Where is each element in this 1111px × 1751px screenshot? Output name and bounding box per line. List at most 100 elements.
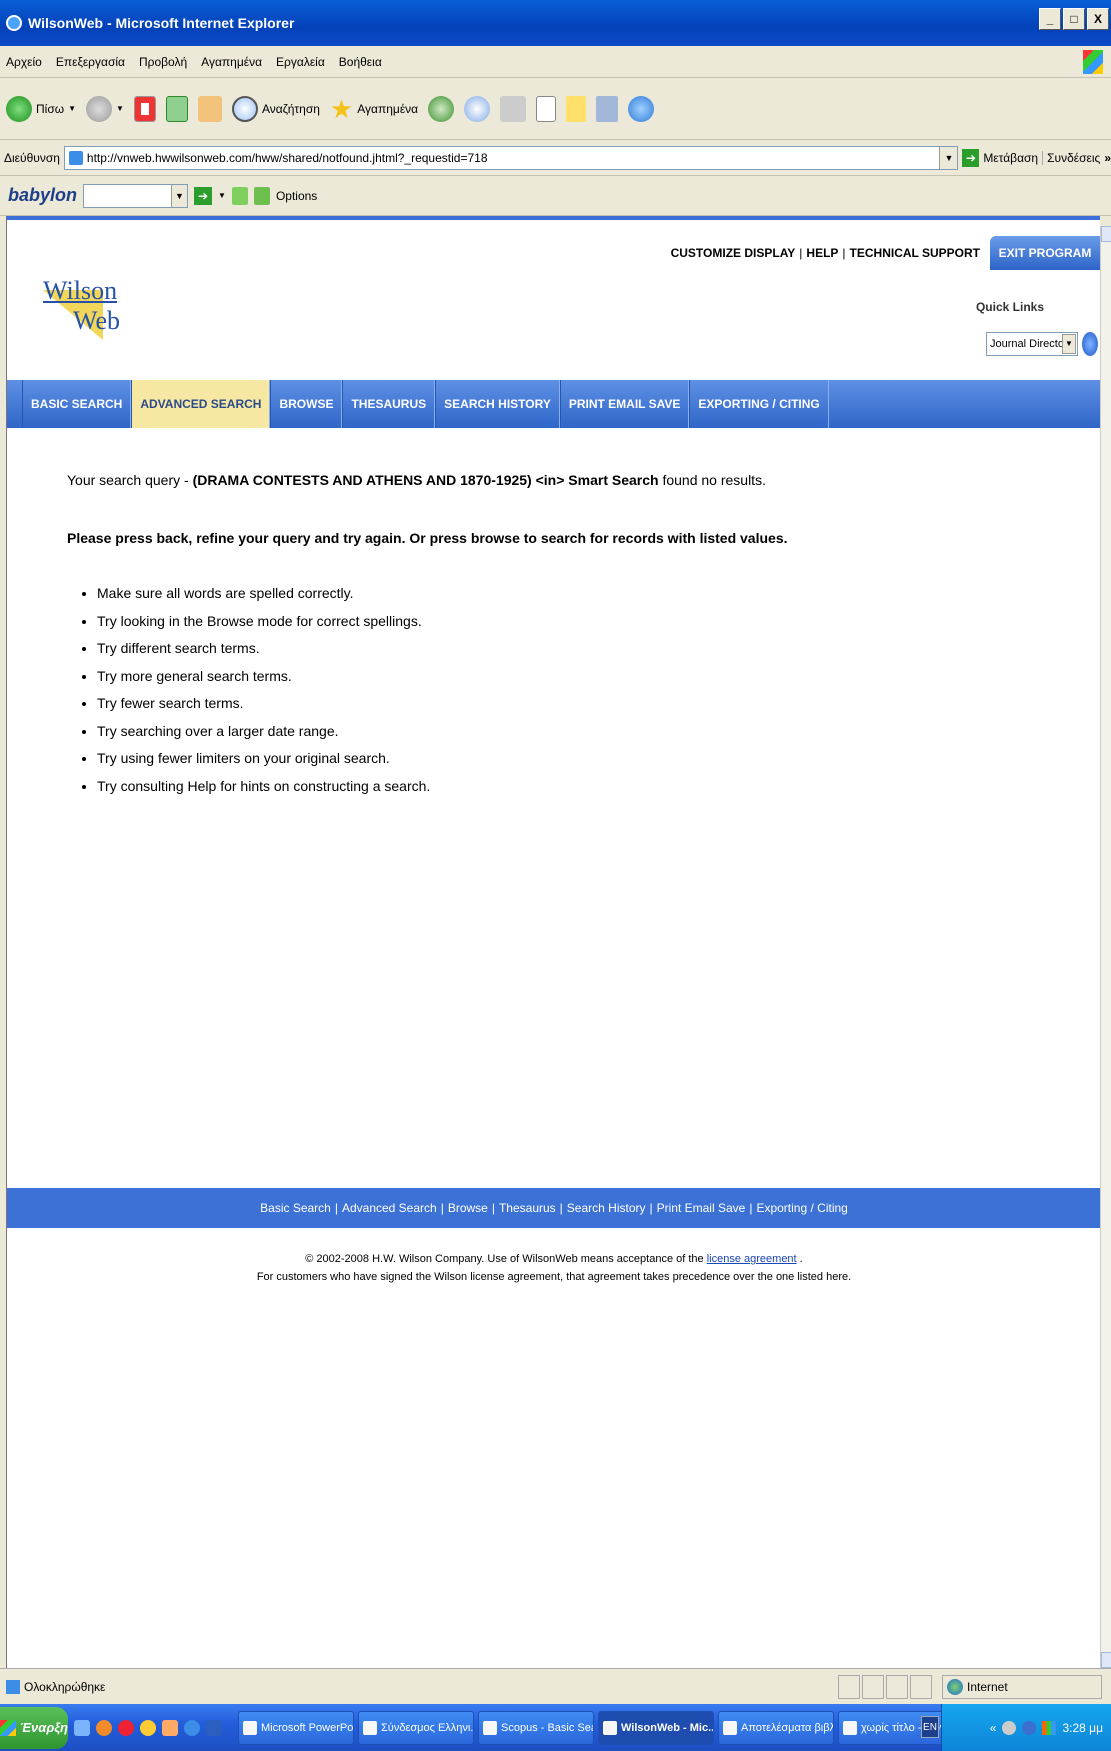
babylon-options-button[interactable]: Options bbox=[276, 189, 317, 203]
task-wilsonweb[interactable]: WilsonWeb - Mic... bbox=[598, 1710, 714, 1745]
help-link[interactable]: HELP bbox=[806, 246, 838, 260]
menu-bar: Αρχείο Επεξεργασία Προβολή Αγαπημένα Εργ… bbox=[0, 46, 1111, 78]
exit-program-button[interactable]: EXIT PROGRAM bbox=[990, 236, 1100, 270]
babylon-tray-icon[interactable] bbox=[1022, 1720, 1037, 1735]
tray-expand-icon[interactable]: « bbox=[990, 1721, 997, 1735]
go-button[interactable]: Μετάβαση bbox=[983, 151, 1038, 165]
tab-search-history[interactable]: SEARCH HISTORY bbox=[435, 380, 560, 428]
quicklaunch-app-icon[interactable] bbox=[162, 1719, 178, 1736]
quicklaunch-desktop-icon[interactable] bbox=[74, 1719, 90, 1736]
address-input[interactable]: http://vnweb.hwwilsonweb.com/hww/shared/… bbox=[63, 145, 959, 170]
scroll-up-icon[interactable] bbox=[1101, 226, 1111, 242]
stop-icon[interactable] bbox=[133, 95, 156, 122]
close-button[interactable]: X bbox=[1087, 8, 1109, 30]
clock: 3:28 μμ bbox=[1062, 1720, 1103, 1735]
quick-links-select[interactable]: Journal Directory ▼ bbox=[986, 332, 1078, 356]
result-prefix: Your search query - bbox=[67, 472, 193, 488]
task-browser-1[interactable]: Σύνδεσμος Ελληνι... bbox=[358, 1710, 474, 1745]
messenger-icon[interactable] bbox=[628, 95, 655, 122]
print-icon[interactable] bbox=[500, 95, 527, 122]
footer-link-advanced-search[interactable]: Advanced Search bbox=[342, 1201, 437, 1215]
back-button[interactable]: Πίσω ▼ bbox=[6, 95, 76, 122]
footer-link-thesaurus[interactable]: Thesaurus bbox=[499, 1201, 556, 1215]
window-title-bar[interactable]: WilsonWeb - Microsoft Internet Explorer … bbox=[0, 0, 1111, 46]
back-label: Πίσω bbox=[36, 101, 65, 116]
menu-favorites[interactable]: Αγαπημένα bbox=[201, 55, 262, 69]
customize-display-link[interactable]: CUSTOMIZE DISPLAY bbox=[671, 246, 796, 260]
address-bar: Διεύθυνση http://vnweb.hwwilsonweb.com/h… bbox=[0, 140, 1111, 176]
babylon-logo[interactable]: babylon bbox=[8, 185, 77, 206]
security-zone: Internet bbox=[942, 1675, 1102, 1699]
quicklaunch-babylon-icon[interactable] bbox=[206, 1719, 222, 1736]
language-indicator[interactable]: EN bbox=[921, 1716, 939, 1738]
maximize-button[interactable]: □ bbox=[1063, 8, 1085, 30]
links-more-icon[interactable]: » bbox=[1104, 151, 1111, 165]
tab-thesaurus[interactable]: THESAURUS bbox=[342, 380, 436, 428]
ie-icon bbox=[603, 1720, 617, 1735]
tab-browse[interactable]: BROWSE bbox=[270, 380, 343, 428]
task-label: WilsonWeb - Mic... bbox=[621, 1721, 714, 1734]
babylon-options-icon bbox=[253, 186, 270, 205]
search-tips-list: Make sure all words are spelled correctl… bbox=[89, 580, 430, 800]
babylon-go-icon[interactable]: ➔ bbox=[194, 186, 213, 205]
tab-advanced-search[interactable]: ADVANCED SEARCH bbox=[131, 380, 271, 428]
tab-print-email-save[interactable]: PRINT EMAIL SAVE bbox=[559, 380, 690, 428]
footer-link-exporting-citing[interactable]: Exporting / Citing bbox=[756, 1201, 847, 1215]
go-arrow-icon[interactable]: ➔ bbox=[962, 148, 980, 167]
footer-link-print-email-save[interactable]: Print Email Save bbox=[657, 1201, 746, 1215]
babylon-go-dropdown-icon[interactable]: ▼ bbox=[218, 191, 226, 200]
notes-icon[interactable] bbox=[566, 95, 587, 122]
forward-dropdown-icon[interactable]: ▼ bbox=[116, 104, 124, 113]
history-icon[interactable] bbox=[428, 95, 455, 122]
menu-help[interactable]: Βοήθεια bbox=[339, 55, 382, 69]
quicklaunch-ie-icon[interactable] bbox=[184, 1719, 200, 1736]
quicklaunch-player-icon[interactable] bbox=[140, 1719, 156, 1736]
menu-edit[interactable]: Επεξεργασία bbox=[56, 55, 125, 69]
license-agreement-link[interactable]: license agreement bbox=[707, 1253, 797, 1265]
technical-support-link[interactable]: TECHNICAL SUPPORT bbox=[850, 246, 980, 260]
tab-exporting-citing[interactable]: EXPORTING / CITING bbox=[689, 380, 829, 428]
scroll-down-icon[interactable] bbox=[1101, 1652, 1111, 1668]
edit-word-icon[interactable] bbox=[536, 95, 557, 122]
footer-link-search-history[interactable]: Search History bbox=[567, 1201, 646, 1215]
address-dropdown-icon[interactable]: ▼ bbox=[939, 146, 958, 169]
quicklaunch-media-icon[interactable] bbox=[118, 1719, 134, 1736]
favorites-button[interactable]: ★ Αγαπημένα bbox=[330, 96, 418, 122]
babylon-dropdown-icon[interactable]: ▼ bbox=[171, 184, 188, 207]
menu-file[interactable]: Αρχείο bbox=[6, 55, 42, 69]
links-label[interactable]: Συνδέσεις bbox=[1042, 150, 1100, 165]
footer-link-browse[interactable]: Browse bbox=[448, 1201, 488, 1215]
volume-icon[interactable] bbox=[1002, 1720, 1017, 1735]
quick-links-go-icon[interactable] bbox=[1082, 332, 1098, 356]
menu-view[interactable]: Προβολή bbox=[139, 55, 187, 69]
footer-link-basic-search[interactable]: Basic Search bbox=[260, 1201, 331, 1215]
quicklaunch-firefox-icon[interactable] bbox=[96, 1719, 112, 1736]
search-button[interactable]: Αναζήτηση bbox=[231, 95, 320, 122]
task-word[interactable]: Αποτελέσματα βιβλ... bbox=[718, 1710, 834, 1745]
babylon-speaker-icon[interactable] bbox=[231, 186, 248, 205]
list-item: Try consulting Help for hints on constru… bbox=[97, 773, 430, 801]
start-button[interactable]: Έναρξη bbox=[0, 1706, 68, 1749]
search-icon bbox=[231, 95, 258, 122]
vertical-scrollbar[interactable] bbox=[1100, 226, 1111, 1668]
research-icon[interactable] bbox=[596, 95, 619, 122]
babylon-search-input[interactable]: ▼ bbox=[83, 183, 189, 208]
powerpoint-icon bbox=[243, 1720, 257, 1735]
refresh-icon[interactable] bbox=[165, 95, 188, 122]
task-powerpoint[interactable]: Microsoft PowerPoi... bbox=[238, 1710, 354, 1745]
mail-icon[interactable] bbox=[464, 95, 491, 122]
home-icon[interactable] bbox=[197, 95, 222, 122]
status-cell bbox=[910, 1675, 932, 1699]
minimize-button[interactable]: _ bbox=[1039, 8, 1061, 30]
wilsonweb-logo[interactable]: Wilson Web bbox=[37, 276, 127, 346]
tray-app-icon[interactable] bbox=[1042, 1720, 1057, 1735]
menu-tools[interactable]: Εργαλεία bbox=[276, 55, 325, 69]
tab-basic-search[interactable]: BASIC SEARCH bbox=[22, 380, 132, 428]
page-content: CUSTOMIZE DISPLAY | HELP | TECHNICAL SUPPORT… bbox=[6, 216, 1100, 1668]
back-dropdown-icon[interactable]: ▼ bbox=[68, 104, 76, 113]
forward-button[interactable]: ▼ bbox=[86, 95, 124, 122]
task-scopus[interactable]: Scopus - Basic Sea... bbox=[478, 1710, 594, 1745]
task-label: Scopus - Basic Sea... bbox=[501, 1721, 593, 1734]
quick-links-dropdown-icon[interactable]: ▼ bbox=[1062, 334, 1076, 354]
search-query: (DRAMA CONTESTS AND ATHENS AND 1870-1925… bbox=[192, 472, 659, 488]
